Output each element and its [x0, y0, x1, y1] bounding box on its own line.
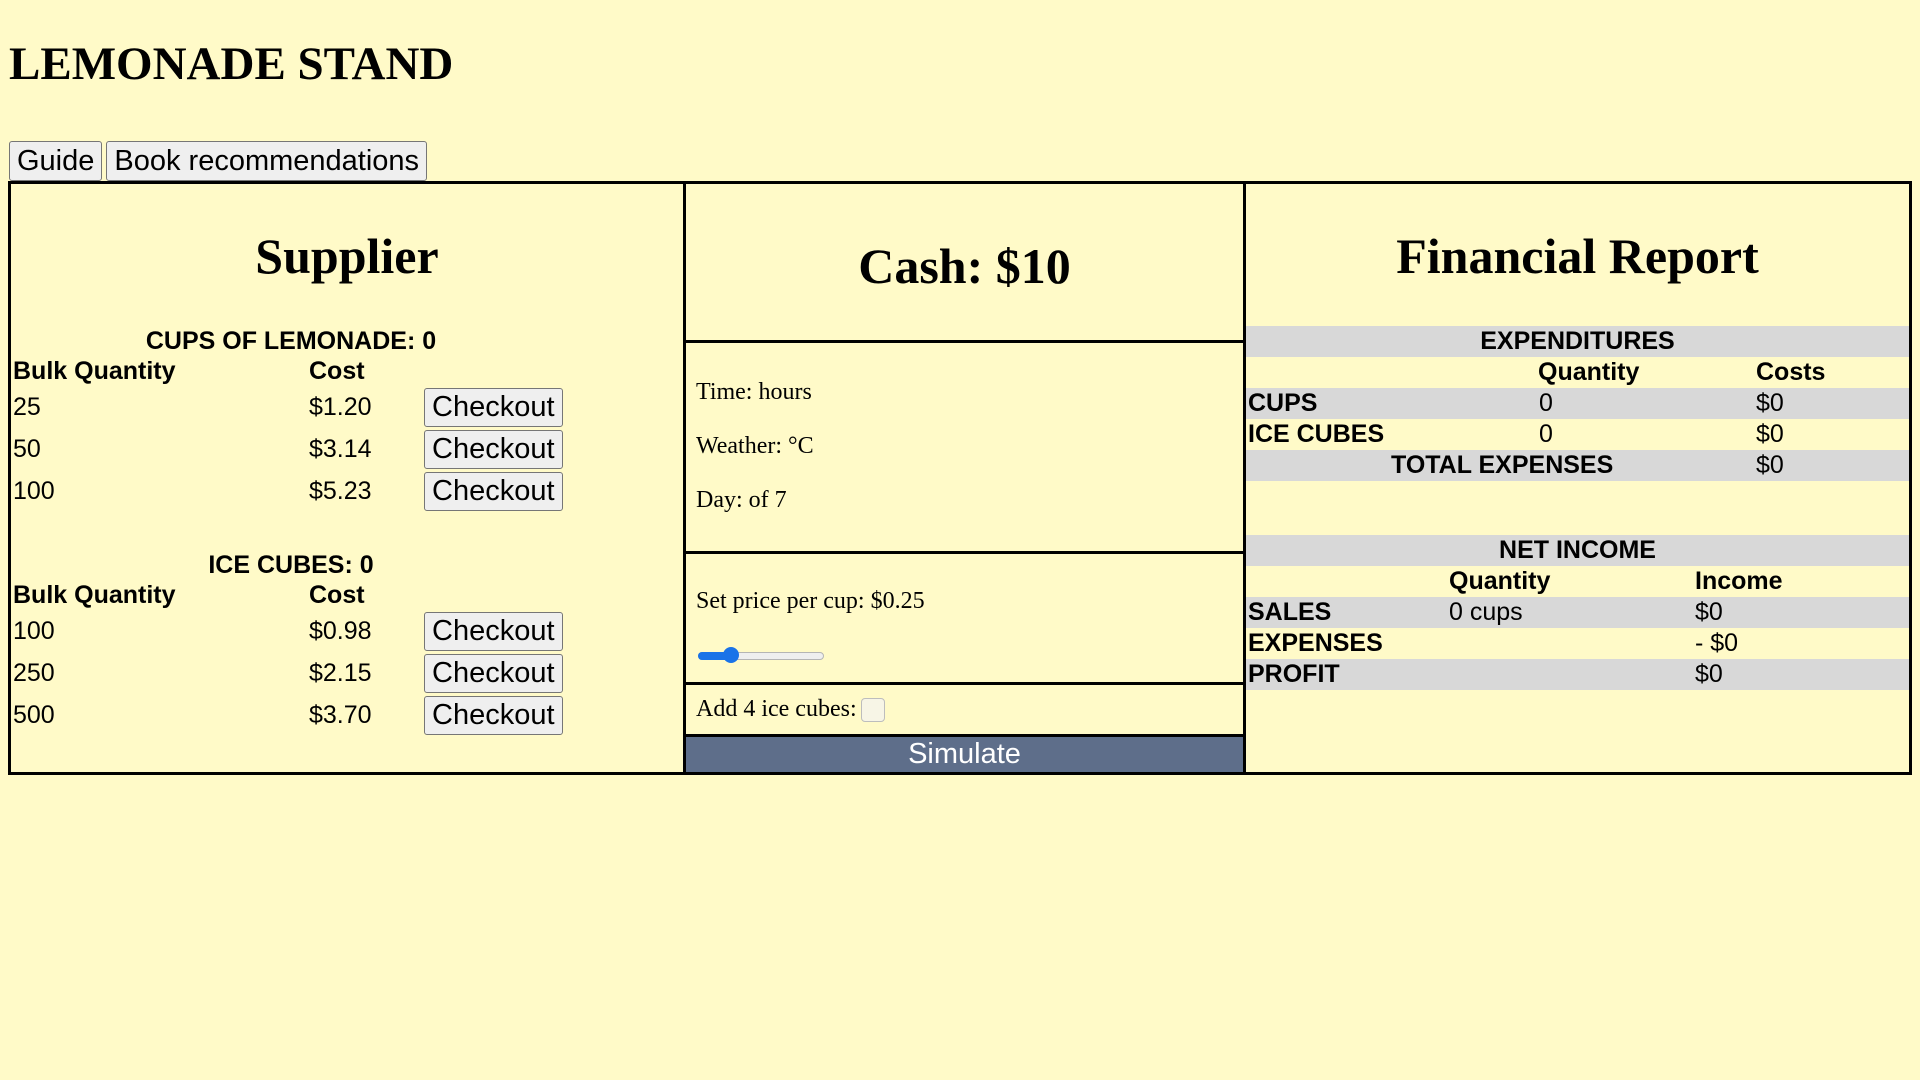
income-header: Income: [1695, 567, 1783, 595]
expenses-value: - $0: [1695, 629, 1739, 657]
expenditures-table: EXPENDITURES Quantity Costs CUPS 0 $0 IC…: [1246, 326, 1909, 481]
bulk-quantity: 100: [13, 476, 55, 505]
ice-cubes-option: Add 4 ice cubes:: [686, 685, 1243, 737]
net-income-heading-row: NET INCOME: [1246, 535, 1909, 566]
ice-cubes-heading: ICE CUBES: 0: [208, 551, 374, 579]
cost: $2.15: [309, 658, 372, 687]
cost: $3.70: [309, 700, 372, 729]
bulk-quantity-header: Bulk Quantity: [13, 356, 176, 385]
table-row: 25 $1.20 Checkout: [11, 386, 683, 428]
costs-header: Costs: [1756, 358, 1826, 386]
top-nav: Guide Book recommendations: [9, 141, 428, 181]
table-row: 500 $3.70 Checkout: [11, 694, 683, 736]
row-quantity: 0: [1539, 420, 1553, 448]
profit-label: PROFIT: [1248, 660, 1340, 688]
status-panel: Cash: $10 Time: hours Weather: °C Day: o…: [686, 184, 1246, 772]
checkout-cups-25-button[interactable]: Checkout: [424, 387, 563, 427]
simulate-button[interactable]: Simulate: [686, 737, 1243, 772]
day-text: Day: of 7: [696, 487, 787, 513]
cash-display: Cash: $10: [686, 184, 1243, 343]
table-row: 50 $3.14 Checkout: [11, 428, 683, 470]
total-expenses-label: TOTAL EXPENSES: [1391, 451, 1614, 479]
day-info: Time: hours Weather: °C Day: of 7: [686, 343, 1243, 554]
slider-thumb[interactable]: [723, 647, 739, 663]
ice-cubes-checkbox[interactable]: [860, 697, 885, 722]
expenditures-heading: EXPENDITURES: [1480, 327, 1675, 355]
book-recommendations-button[interactable]: Book recommendations: [106, 141, 428, 181]
ice-header-row: Bulk Quantity Cost: [11, 580, 683, 610]
game-panels: Supplier CUPS OF LEMONADE: 0 Bulk Quanti…: [8, 181, 1912, 775]
row-cost: $0: [1756, 389, 1784, 417]
cost: $3.14: [309, 434, 372, 463]
price-slider[interactable]: [698, 647, 824, 663]
quantity-header: Quantity: [1449, 567, 1551, 595]
guide-button[interactable]: Guide: [9, 141, 103, 181]
table-row: 100 $5.23 Checkout: [11, 470, 683, 512]
sales-quantity: 0 cups: [1449, 598, 1523, 626]
price-label: Set price per cup: $0.25: [696, 588, 925, 614]
checkout-cups-100-button[interactable]: Checkout: [424, 471, 563, 511]
page-title: LEMONADE STAND: [9, 38, 454, 90]
bulk-quantity: 25: [13, 392, 41, 421]
checkout-cups-50-button[interactable]: Checkout: [424, 429, 563, 469]
sales-row: SALES 0 cups $0: [1246, 597, 1909, 628]
expenditures-heading-row: EXPENDITURES: [1246, 326, 1909, 357]
quantity-header: Quantity: [1538, 358, 1640, 386]
row-label: ICE CUBES: [1248, 420, 1385, 448]
row-quantity: 0: [1539, 389, 1553, 417]
sales-label: SALES: [1248, 598, 1332, 626]
bulk-quantity: 50: [13, 434, 41, 463]
net-income-header-row: Quantity Income: [1246, 566, 1909, 597]
cups-heading: CUPS OF LEMONADE: 0: [145, 327, 437, 355]
checkout-ice-100-button[interactable]: Checkout: [424, 611, 563, 651]
total-expenses-row: TOTAL EXPENSES $0: [1246, 450, 1909, 481]
bulk-quantity-header: Bulk Quantity: [13, 580, 176, 609]
profit-row: PROFIT $0: [1246, 659, 1909, 690]
cost: $1.20: [309, 392, 372, 421]
cost: $5.23: [309, 476, 372, 505]
sales-income: $0: [1695, 598, 1723, 626]
expenses-row: EXPENSES - $0: [1246, 628, 1909, 659]
cost-header: Cost: [309, 580, 365, 609]
bulk-quantity: 250: [13, 658, 55, 687]
weather-text: Weather: °C: [696, 433, 814, 459]
table-row: 250 $2.15 Checkout: [11, 652, 683, 694]
time-text: Time: hours: [696, 379, 812, 405]
ice-cubes-label: Add 4 ice cubes:: [696, 696, 857, 722]
checkout-ice-250-button[interactable]: Checkout: [424, 653, 563, 693]
ice-supply-table: ICE CUBES: 0 Bulk Quantity Cost 100 $0.9…: [11, 550, 683, 736]
checkout-ice-500-button[interactable]: Checkout: [424, 695, 563, 735]
cost: $0.98: [309, 616, 372, 645]
bulk-quantity: 100: [13, 616, 55, 645]
financial-report-title: Financial Report: [1396, 228, 1759, 284]
expenses-label: EXPENSES: [1248, 629, 1383, 657]
row-cost: $0: [1756, 420, 1784, 448]
expenditures-header-row: Quantity Costs: [1246, 357, 1909, 388]
net-income-heading: NET INCOME: [1499, 536, 1656, 564]
table-row: 100 $0.98 Checkout: [11, 610, 683, 652]
cups-header-row: Bulk Quantity Cost: [11, 356, 683, 386]
row-label: CUPS: [1248, 389, 1318, 417]
total-expenses-value: $0: [1756, 451, 1784, 479]
page: LEMONADE STAND Guide Book recommendation…: [0, 0, 1920, 1080]
table-row: ICE CUBES 0 $0: [1246, 419, 1909, 450]
net-income-table: NET INCOME Quantity Income SALES 0 cups …: [1246, 535, 1909, 690]
supplier-panel: Supplier CUPS OF LEMONADE: 0 Bulk Quanti…: [11, 184, 686, 772]
bulk-quantity: 500: [13, 700, 55, 729]
financial-report-panel: Financial Report EXPENDITURES Quantity C…: [1246, 184, 1909, 772]
table-row: CUPS 0 $0: [1246, 388, 1909, 419]
profit-value: $0: [1695, 660, 1723, 688]
price-section: Set price per cup: $0.25: [686, 554, 1243, 685]
cups-supply-table: CUPS OF LEMONADE: 0 Bulk Quantity Cost 2…: [11, 326, 683, 512]
cost-header: Cost: [309, 356, 365, 385]
supplier-title: Supplier: [255, 228, 439, 284]
